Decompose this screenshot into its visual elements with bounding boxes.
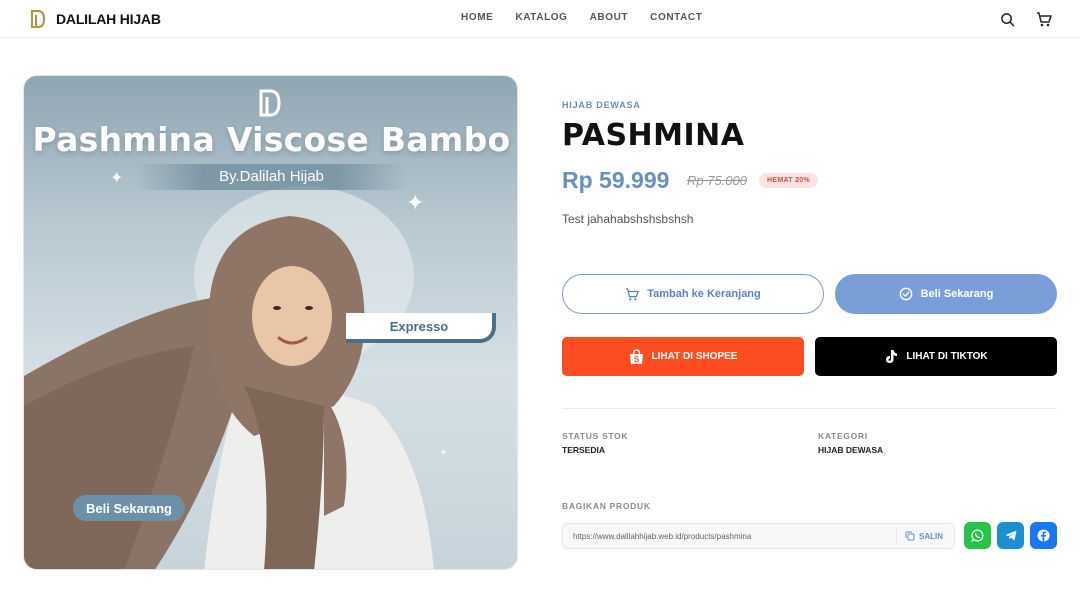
share-label: BAGIKAN PRODUK xyxy=(562,501,651,511)
hero-subtitle: By.Dalilah Hijab xyxy=(219,168,324,185)
brand-name: DALILAH HIJAB xyxy=(56,11,161,27)
product-image: Pashmina Viscose Bambo By.Dalilah Hijab … xyxy=(23,75,518,570)
share-facebook-button[interactable] xyxy=(1030,522,1057,549)
svg-text:S: S xyxy=(633,355,639,364)
product-title: PASHMINA xyxy=(562,118,745,153)
shopee-button[interactable]: S LIHAT DI SHOPEE xyxy=(562,337,804,376)
telegram-icon xyxy=(1005,530,1016,541)
shopee-bag-icon: S xyxy=(629,348,643,364)
sparkle-icon: ✦ xyxy=(406,190,425,215)
tiktok-label: LIHAT DI TIKTOK xyxy=(906,351,988,362)
stock-status-value: TERSEDIA xyxy=(562,445,605,455)
brand-logo-icon xyxy=(31,10,46,28)
copy-label: SALIN xyxy=(919,531,943,541)
hero-buy-badge: Beli Sekarang xyxy=(73,495,185,521)
share-telegram-button[interactable] xyxy=(997,522,1024,549)
sparkle-icon: ✦ xyxy=(439,447,449,459)
search-button[interactable] xyxy=(997,9,1017,29)
hero-logo-icon xyxy=(259,89,281,117)
sparkle-icon: ✦ xyxy=(110,170,124,187)
buy-now-label: Beli Sekarang xyxy=(920,288,994,300)
product-price: Rp 59.999 xyxy=(562,167,670,193)
whatsapp-icon xyxy=(971,529,984,542)
cart-icon xyxy=(1037,11,1052,26)
category-value: HIJAB DEWASA xyxy=(818,445,884,455)
add-to-cart-button[interactable]: Tambah ke Keranjang xyxy=(562,274,824,314)
share-url: https://www.dalilahhijab.web.id/products… xyxy=(573,532,752,541)
nav-katalog[interactable]: KATALOG xyxy=(515,12,567,23)
stock-status-label: STATUS STOK xyxy=(562,431,629,441)
product-old-price: Rp 75.000 xyxy=(687,173,747,188)
color-variant-tag: Expresso xyxy=(346,313,496,343)
cart-icon xyxy=(626,287,639,300)
main-nav: HOME KATALOG ABOUT CONTACT xyxy=(461,12,702,23)
site-header: DALILAH HIJAB HOME KATALOG ABOUT CONTACT xyxy=(0,0,1080,38)
share-url-field[interactable]: https://www.dalilahhijab.web.id/products… xyxy=(562,523,955,549)
tiktok-icon xyxy=(886,350,898,363)
share-whatsapp-button[interactable] xyxy=(964,522,991,549)
facebook-icon xyxy=(1037,529,1050,542)
discount-badge: HEMAT 20% xyxy=(759,173,819,188)
copy-link-button[interactable]: SALIN xyxy=(896,527,943,545)
search-icon xyxy=(1000,12,1014,26)
product-category[interactable]: HIJAB DEWASA xyxy=(562,100,641,110)
tiktok-button[interactable]: LIHAT DI TIKTOK xyxy=(815,337,1057,376)
nav-home[interactable]: HOME xyxy=(461,12,493,23)
divider xyxy=(562,408,1057,409)
cart-button[interactable] xyxy=(1034,9,1054,29)
nav-about[interactable]: ABOUT xyxy=(590,12,629,23)
nav-contact[interactable]: CONTACT xyxy=(650,12,702,23)
add-to-cart-label: Tambah ke Keranjang xyxy=(647,288,761,300)
buy-now-button[interactable]: Beli Sekarang xyxy=(835,274,1057,314)
check-circle-icon xyxy=(899,287,912,301)
hero-title: Pashmina Viscose Bambo xyxy=(32,120,511,159)
shopee-label: LIHAT DI SHOPEE xyxy=(651,351,738,362)
category-label: KATEGORI xyxy=(818,431,868,441)
product-description: Test jahahabshshsbshsh xyxy=(562,212,694,226)
brand[interactable]: DALILAH HIJAB xyxy=(30,9,161,29)
copy-icon xyxy=(905,531,915,541)
